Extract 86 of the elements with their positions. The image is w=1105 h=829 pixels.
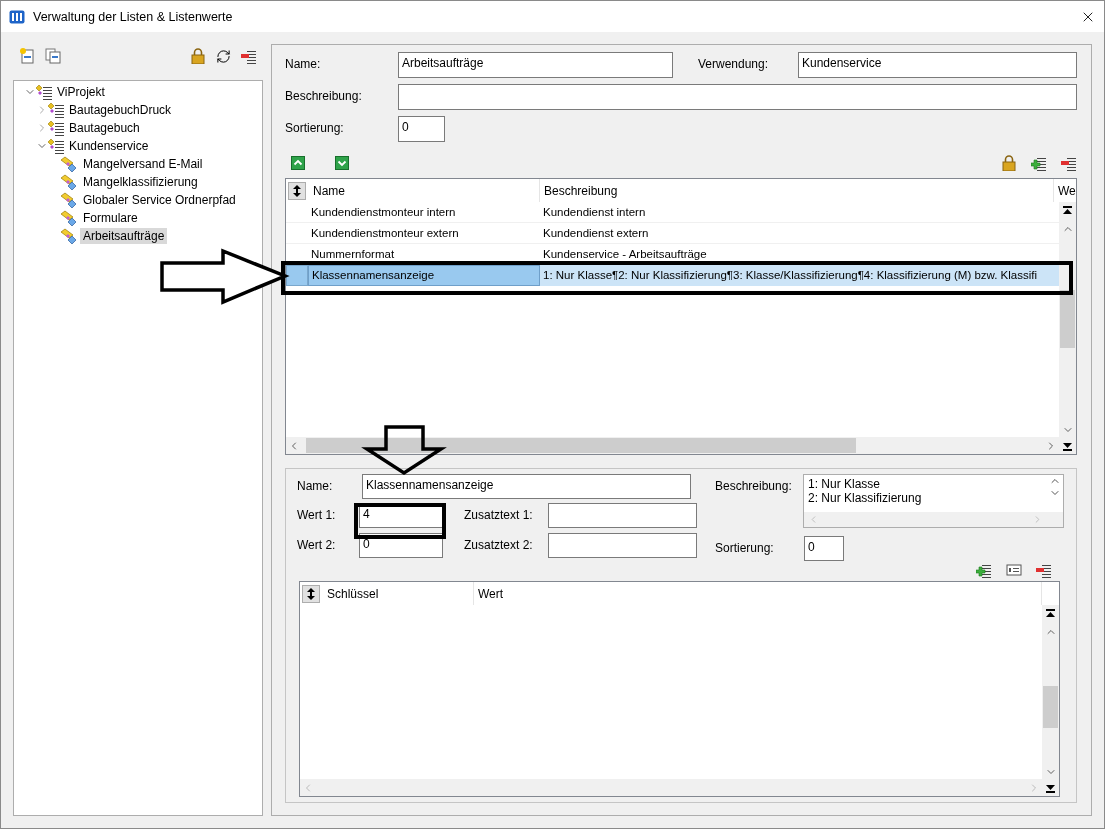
input-field[interactable] xyxy=(548,533,697,558)
add-list-icon[interactable] xyxy=(976,562,992,578)
text-line: 1: Nur Klasse xyxy=(808,477,882,491)
remove-list-icon[interactable] xyxy=(1061,155,1077,171)
field-label: Beschreibung: xyxy=(285,88,363,103)
copy-list-icon[interactable] xyxy=(45,48,61,64)
scroll-bottom-icon[interactable] xyxy=(1046,784,1055,793)
list-node-icon xyxy=(48,138,64,154)
horizontal-scrollbar[interactable] xyxy=(286,437,1059,454)
input-field[interactable]: 0 xyxy=(398,116,445,142)
tree-item[interactable]: Kundenservice xyxy=(66,138,152,154)
table-cell: 1: Nur Klasse¶2: Nur Klassifizierung¶3: Klasse/Klassifizierung¶4: Klassifizierung (M) bzw. Klassifi xyxy=(540,264,1054,286)
row-header[interactable] xyxy=(286,264,308,286)
scrollbar-thumb[interactable] xyxy=(306,438,856,453)
input-field[interactable]: Klassennamensanzeige xyxy=(362,474,691,499)
table-cell-text: Kundenservice - Arbeitsaufträge xyxy=(542,247,708,262)
input-field[interactable] xyxy=(548,503,697,528)
scrollbar-thumb[interactable] xyxy=(1043,686,1058,728)
column-header[interactable]: Name xyxy=(309,179,540,202)
new-list-icon[interactable] xyxy=(19,48,35,64)
vertical-scrollbar[interactable] xyxy=(1042,605,1059,796)
lock-icon[interactable] xyxy=(1001,155,1017,171)
tag-node-icon xyxy=(60,174,78,190)
input-field[interactable]: Kundenservice xyxy=(798,52,1077,78)
field-label: Name: xyxy=(285,56,322,71)
column-header[interactable]: We xyxy=(1054,179,1076,202)
table-cell-text: Kundendienst extern xyxy=(542,226,650,241)
input-field[interactable]: Arbeitsaufträge xyxy=(398,52,673,78)
move-down-button[interactable] xyxy=(335,156,349,170)
tree-item[interactable]: Bautagebuch xyxy=(66,120,143,136)
table-cell xyxy=(1054,264,1059,286)
input-field[interactable] xyxy=(398,84,1077,110)
tree-item[interactable]: Arbeitsaufträge xyxy=(80,228,168,244)
column-header[interactable]: Beschreibung xyxy=(540,179,1054,202)
sort-button[interactable] xyxy=(288,181,306,200)
list-node-icon xyxy=(36,84,52,100)
tree-item[interactable]: Formulare xyxy=(80,210,141,226)
field-label: Verwendung: xyxy=(698,56,770,71)
move-up-button[interactable] xyxy=(291,156,305,170)
tree-item[interactable]: ViProjekt xyxy=(54,84,108,100)
remove-list-icon[interactable] xyxy=(1036,562,1052,578)
tree-item[interactable]: Mangelklassifizierung xyxy=(80,174,201,190)
table-row[interactable]: Kundendienstmonteur intern Kundendienst intern xyxy=(286,202,1059,223)
column-header[interactable]: Schlüssel xyxy=(323,582,474,605)
sort-button[interactable] xyxy=(302,584,320,603)
text-line: 2: Nur Klassifizierung xyxy=(808,491,923,505)
tag-node-icon xyxy=(60,192,78,208)
field-label: Zusatztext 1: xyxy=(464,507,534,522)
tag-node-icon xyxy=(60,210,78,226)
field-label: Name: xyxy=(297,478,334,493)
tag-node-icon xyxy=(60,156,78,172)
app-icon xyxy=(9,8,25,25)
refresh-icon[interactable] xyxy=(216,48,231,64)
table-cell: Klassennamensanzeige xyxy=(308,264,540,286)
field-label: Wert 1: xyxy=(297,507,337,522)
lock-icon[interactable] xyxy=(190,48,206,64)
vertical-scrollbar[interactable] xyxy=(1059,202,1076,454)
table-cell-text: Kundendienst intern xyxy=(542,205,647,220)
sort-arrows-icon xyxy=(306,587,316,600)
field-label: Wert 2: xyxy=(297,537,337,552)
tree-item[interactable]: BautagebuchDruck xyxy=(66,102,175,118)
table-cell-text: Kundendienstmonteur extern xyxy=(310,226,460,241)
scroll-bottom-icon[interactable] xyxy=(1063,442,1072,451)
sort-arrows-icon xyxy=(292,184,302,197)
table-cell-text: Nummernformat xyxy=(310,247,396,262)
table-cell-text: Kundendienstmonteur intern xyxy=(310,205,457,220)
remove-list-icon[interactable] xyxy=(241,48,257,64)
window-title: Verwaltung der Listen & Listenwerte xyxy=(33,9,234,24)
column-header[interactable]: Wert xyxy=(474,582,1042,605)
scroll-top-icon[interactable] xyxy=(1063,206,1072,215)
field-label: Sortierung: xyxy=(715,540,775,555)
add-list-icon[interactable] xyxy=(1031,155,1047,171)
input-field[interactable]: 0 xyxy=(804,536,844,561)
field-label: Sortierung: xyxy=(285,120,345,135)
table-row[interactable]: Klassennamensanzeige 1: Nur Klasse¶2: Nur Klassifizierung¶3: Klasse/Klassifizierung¶4: Klassifizierung (M) bzw. Klassifi xyxy=(286,265,1059,286)
field-label: Beschreibung: xyxy=(715,478,793,493)
scrollbar-thumb[interactable] xyxy=(1060,290,1075,348)
tree-item[interactable]: Mangelversand E-Mail xyxy=(80,156,206,172)
edit-list-icon[interactable] xyxy=(1006,562,1022,578)
tag-node-icon xyxy=(60,228,78,244)
list-node-icon xyxy=(48,120,64,136)
table-row[interactable]: Kundendienstmonteur extern Kundendienst extern xyxy=(286,223,1059,244)
scroll-top-icon[interactable] xyxy=(1046,609,1055,618)
list-node-icon xyxy=(48,102,64,118)
field-label: Zusatztext 2: xyxy=(464,537,534,552)
tree-item[interactable]: Globaler Service Ordnerpfad xyxy=(80,192,239,208)
